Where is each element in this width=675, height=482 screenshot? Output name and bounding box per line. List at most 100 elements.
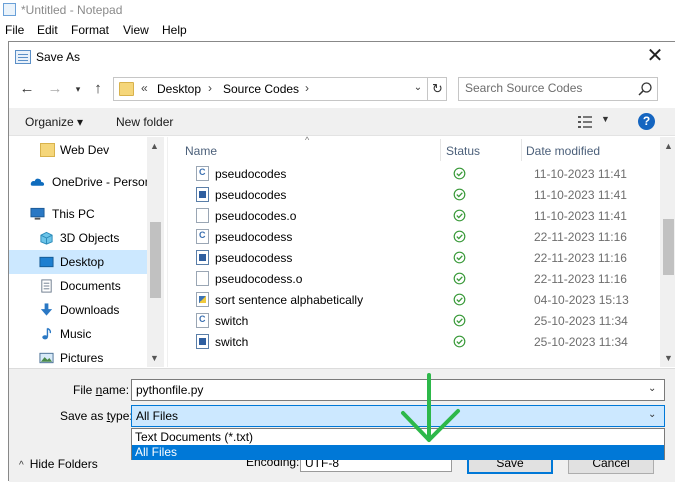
file-name-input[interactable] (136, 383, 636, 397)
computer-icon (30, 207, 45, 220)
close-icon[interactable]: ✕ (643, 45, 667, 69)
save-as-type-label-text: ype: (110, 409, 133, 423)
synced-check-icon (453, 293, 466, 306)
scroll-down-icon[interactable]: ▼ (150, 353, 159, 363)
nav-item-label: Web Dev (60, 143, 110, 157)
menu-view[interactable]: View (123, 23, 149, 37)
file-name: pseudocodes (215, 188, 287, 202)
file-name: pseudocodess.o (215, 272, 303, 286)
nav-item-pictures[interactable]: Pictures (9, 346, 149, 370)
address-dropdown-icon[interactable]: ⌄ (411, 82, 425, 93)
nav-item-web-dev[interactable]: Web Dev (9, 138, 149, 162)
nav-item-label: Pictures (60, 351, 104, 365)
back-arrow-icon[interactable]: ← (18, 80, 36, 98)
file-date-modified: 25-10-2023 11:34 (534, 335, 628, 349)
scrollbar-thumb[interactable] (663, 219, 674, 275)
nav-item-this-pc[interactable]: This PC (9, 202, 149, 226)
column-headers: ^ Name Status Date modified (168, 135, 660, 163)
address-bar[interactable]: « Desktop › Source Codes › ⌄ ↻ (113, 77, 447, 101)
save-as-type-dropdown-list: Text Documents (*.txt) All Files (131, 428, 665, 460)
synced-check-icon (453, 188, 466, 201)
chevron-down-icon[interactable]: ⌄ (648, 383, 656, 394)
synced-check-icon (453, 230, 466, 243)
nav-item-onedrive[interactable]: OneDrive - Person (9, 170, 151, 194)
nav-item-desktop[interactable]: Desktop (9, 250, 149, 274)
notepad-menubar: File Edit Format View Help (0, 20, 675, 40)
file-row[interactable]: switch 25-10-2023 11:34 (168, 331, 660, 352)
nav-item-documents[interactable]: Documents (9, 274, 149, 298)
nav-item-label: This PC (52, 207, 95, 221)
synced-check-icon (453, 335, 466, 348)
nav-scrollbar[interactable]: ▲ ▼ (147, 137, 164, 367)
file-name-label-text: ame: (102, 383, 130, 397)
file-name-label: File name: (73, 383, 129, 397)
refresh-icon[interactable]: ↻ (427, 78, 447, 100)
column-divider[interactable] (521, 139, 522, 161)
scrollbar-thumb[interactable] (150, 222, 161, 298)
file-date-modified: 11-10-2023 11:41 (534, 167, 627, 181)
column-name[interactable]: Name (185, 144, 217, 158)
file-name-field[interactable]: ⌄ (131, 379, 665, 401)
chevron-down-icon[interactable]: ⌄ (648, 409, 656, 420)
nav-item-music[interactable]: Music (9, 322, 149, 346)
organize-button[interactable]: Organize ▾ (25, 115, 83, 129)
menu-format[interactable]: Format (71, 23, 109, 37)
new-folder-button[interactable]: New folder (116, 115, 173, 129)
file-row[interactable]: pseudocodess 22-11-2023 11:16 (168, 226, 660, 247)
recent-chevron-down-icon[interactable]: ▾ (69, 80, 87, 98)
file-row[interactable]: pseudocodess 22-11-2023 11:16 (168, 247, 660, 268)
file-row[interactable]: pseudocodess.o 22-11-2023 11:16 (168, 268, 660, 289)
help-icon[interactable]: ? (638, 113, 655, 130)
python-file-icon (196, 292, 209, 307)
search-icon[interactable] (637, 81, 653, 97)
menu-edit[interactable]: Edit (37, 23, 58, 37)
cube-icon (40, 231, 53, 245)
search-input[interactable] (465, 81, 625, 95)
nav-item-label: 3D Objects (60, 231, 120, 245)
file-row[interactable]: switch 25-10-2023 11:34 (168, 310, 660, 331)
breadcrumb-source-codes[interactable]: Source Codes (223, 82, 299, 96)
folder-icon (40, 143, 55, 157)
file-date-modified: 11-10-2023 11:41 (534, 209, 627, 223)
save-as-type-select[interactable]: All Files ⌄ (131, 405, 665, 427)
save-as-dialog: Save As ✕ ← → ▾ ↑ « Desktop › Source Cod… (8, 41, 675, 482)
column-divider[interactable] (440, 139, 441, 161)
menu-file[interactable]: File (5, 23, 24, 37)
file-row[interactable]: pseudocodes 11-10-2023 11:41 (168, 163, 660, 184)
scroll-down-icon[interactable]: ▼ (664, 353, 673, 363)
synced-check-icon (453, 314, 466, 327)
file-row[interactable]: sort sentence alphabetically 04-10-2023 1… (168, 289, 660, 310)
nav-item-label: Music (60, 327, 92, 341)
file-row[interactable]: pseudocodes.o 11-10-2023 11:41 (168, 205, 660, 226)
nav-item-downloads[interactable]: Downloads (9, 298, 149, 322)
file-list: ^ Name Status Date modified pseudocodes 1… (167, 135, 675, 367)
breadcrumb-chevron-icon[interactable]: › (208, 81, 212, 95)
view-dropdown-icon[interactable]: ▼ (601, 114, 610, 124)
file-name: pseudocodes.o (215, 209, 297, 223)
scroll-up-icon[interactable]: ▲ (150, 141, 159, 151)
file-name: sort sentence alphabetically (215, 293, 364, 307)
file-date-modified: 22-11-2023 11:16 (534, 251, 627, 265)
search-box[interactable] (458, 77, 658, 101)
column-date-modified[interactable]: Date modified (526, 144, 600, 158)
nav-item-label: Documents (60, 279, 121, 293)
file-date-modified: 25-10-2023 11:34 (534, 314, 628, 328)
option-all-files[interactable]: All Files (132, 445, 664, 460)
breadcrumb-chevron-icon[interactable]: › (305, 81, 309, 95)
scroll-up-icon[interactable]: ▲ (664, 141, 673, 151)
breadcrumb-desktop[interactable]: Desktop (157, 82, 201, 96)
option-text-documents[interactable]: Text Documents (*.txt) (132, 430, 664, 445)
breadcrumb-overflow[interactable]: « (141, 81, 148, 95)
executable-file-icon (196, 187, 209, 202)
hide-folders-button[interactable]: ^ Hide Folders (19, 457, 98, 471)
sort-ascending-icon: ^ (305, 135, 310, 145)
forward-arrow-icon[interactable]: → (46, 80, 64, 98)
menu-help[interactable]: Help (162, 23, 187, 37)
file-row[interactable]: pseudocodes 11-10-2023 11:41 (168, 184, 660, 205)
nav-item-3d-objects[interactable]: 3D Objects (9, 226, 149, 250)
file-list-scrollbar[interactable]: ▲ ▼ (660, 137, 675, 367)
up-arrow-icon[interactable]: ↑ (89, 80, 107, 98)
column-status[interactable]: Status (446, 144, 480, 158)
c-source-file-icon (196, 229, 209, 244)
view-options-icon[interactable] (577, 115, 593, 129)
